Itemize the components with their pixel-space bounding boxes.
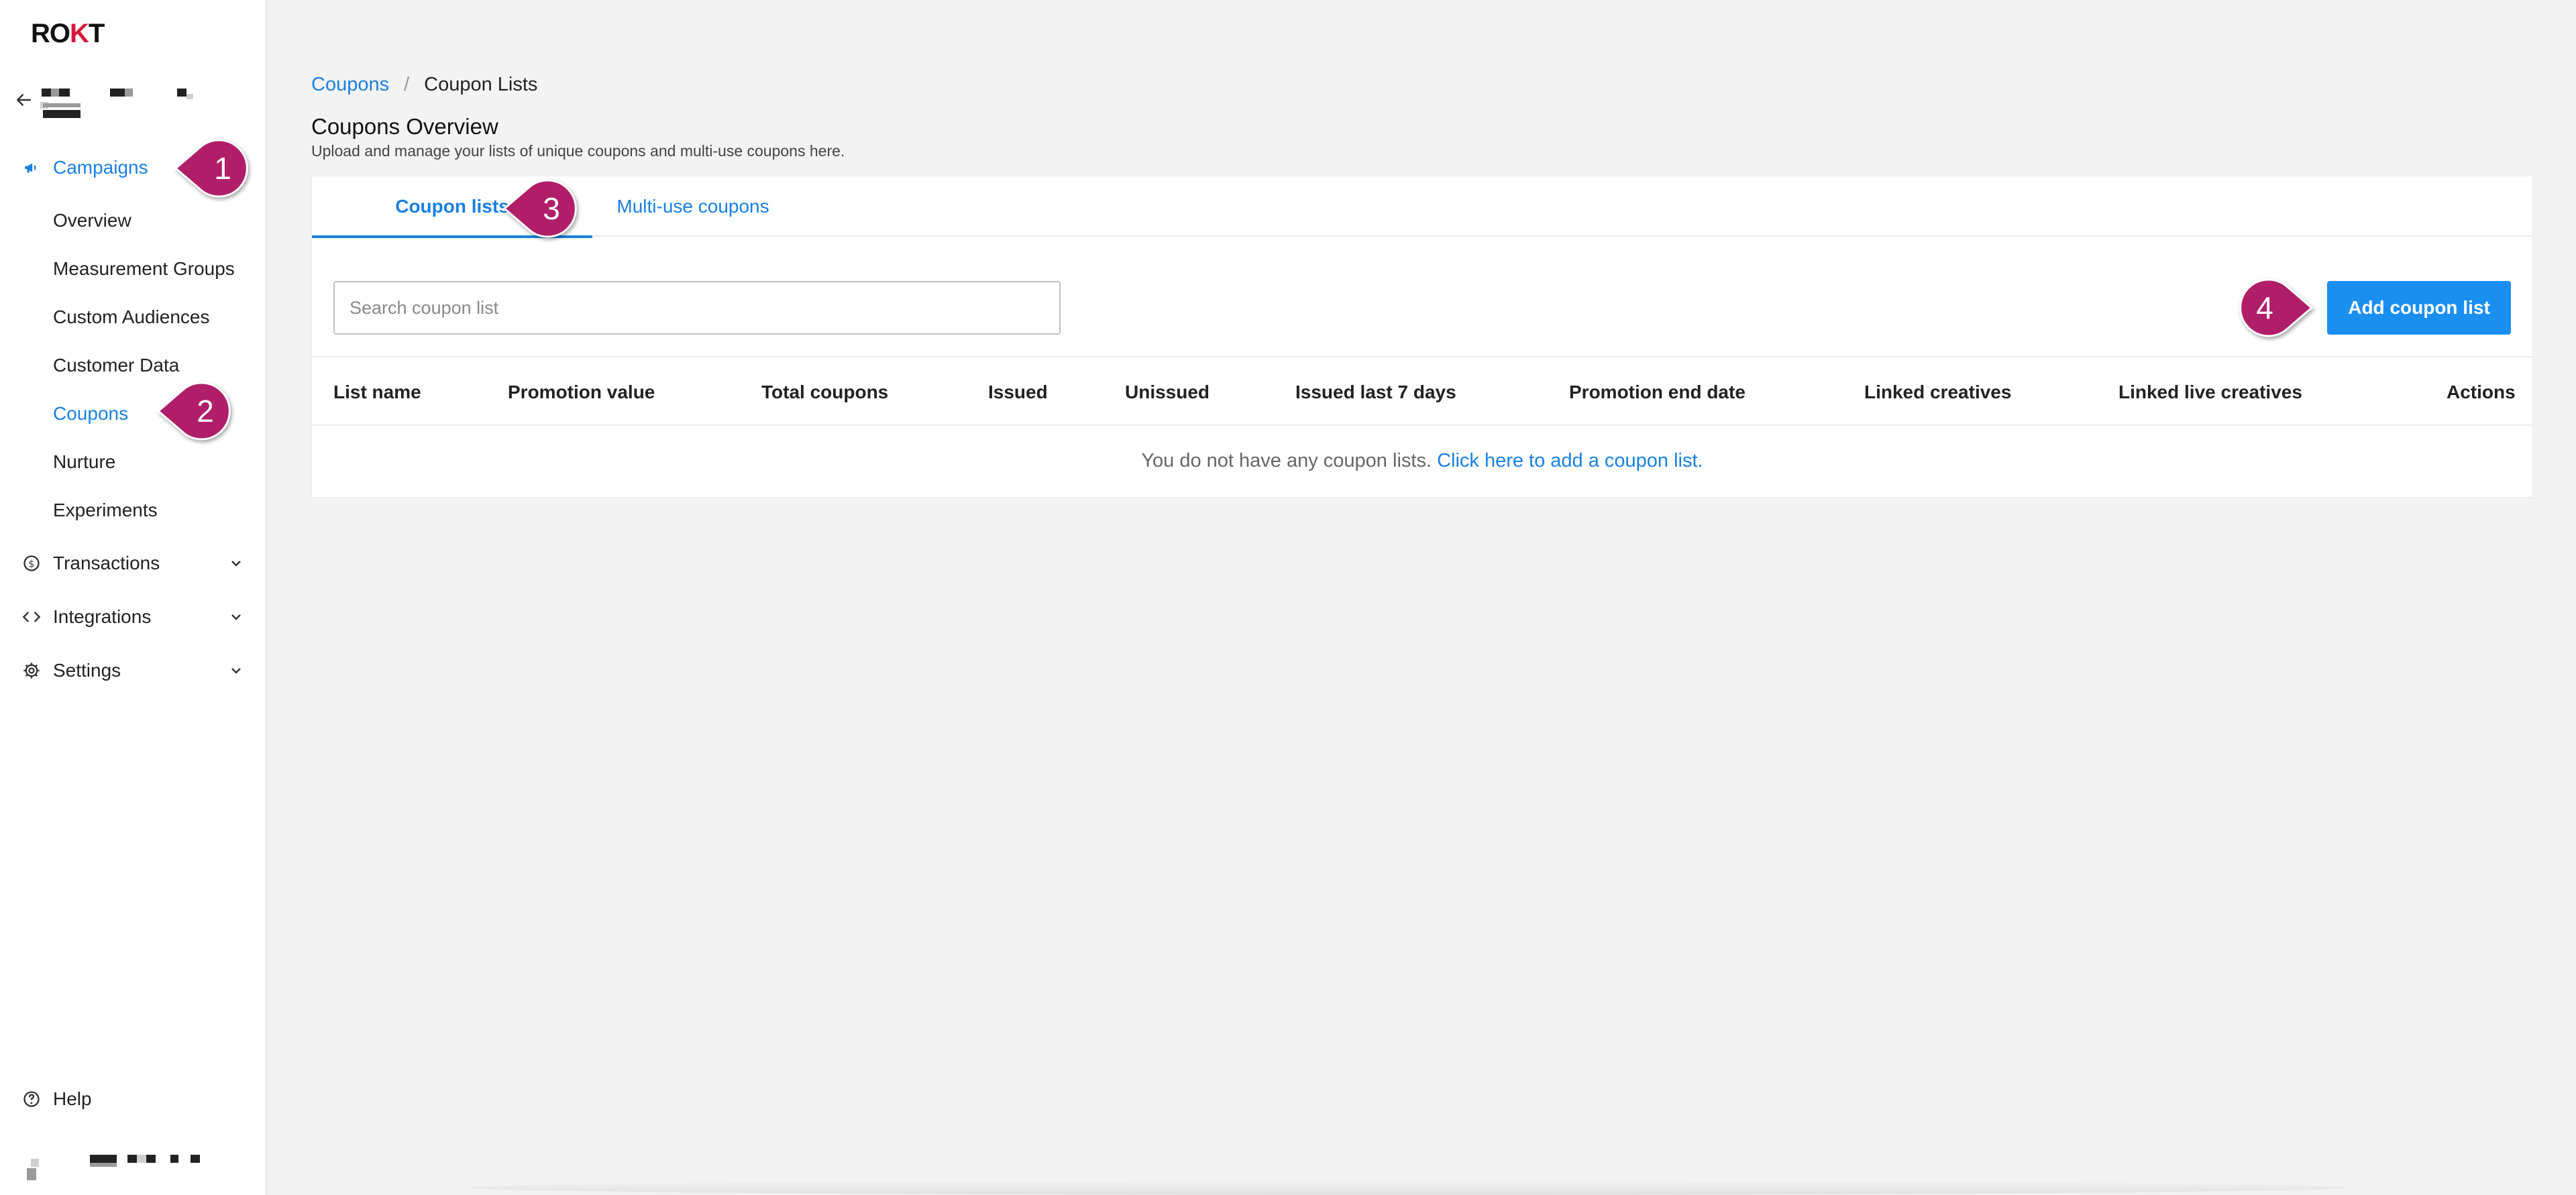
logo-text-post: T [88, 19, 105, 48]
logo-text-k: K [70, 19, 89, 48]
help-icon [21, 1089, 42, 1109]
empty-state-text: You do not have any coupon lists. [1141, 450, 1432, 471]
column-header-list-name[interactable]: List name [333, 357, 421, 427]
column-header-total-coupons[interactable]: Total coupons [761, 357, 888, 427]
breadcrumb-separator: / [404, 74, 410, 95]
redacted-user-info[interactable] [27, 1148, 215, 1182]
dollar-circle-icon: $ [21, 553, 42, 573]
main-content: Coupons / Coupon Lists Coupons Overview Up… [267, 0, 2576, 1195]
nav-transactions-label: Transactions [53, 553, 160, 573]
sidebar-item-measurement-groups[interactable]: Measurement Groups [53, 252, 235, 286]
column-header-promotion-value[interactable]: Promotion value [508, 357, 655, 427]
coupons-card: Coupon lists Multi-use coupons Add coupo… [311, 176, 2533, 498]
callout-number: 3 [543, 191, 560, 226]
nav-campaigns-label: Campaigns [53, 157, 148, 178]
sidebar-item-coupons[interactable]: Coupons [53, 397, 128, 431]
table-header: List name Promotion value Total coupons … [312, 356, 2532, 426]
nav-transactions[interactable]: $ Transactions [0, 542, 267, 585]
tab-multi-use-coupons[interactable]: Multi-use coupons [592, 176, 794, 237]
page-title: Coupons Overview [311, 114, 498, 139]
chevron-down-icon[interactable] [228, 663, 244, 679]
nav-integrations[interactable]: Integrations [0, 595, 267, 638]
callout-badge-3: 3 [502, 178, 578, 239]
account-switcher[interactable] [13, 80, 241, 127]
breadcrumb-current: Coupon Lists [424, 74, 538, 95]
sidebar-item-customer-data[interactable]: Customer Data [53, 349, 179, 382]
column-header-actions: Actions [2447, 382, 2516, 402]
add-coupon-list-button[interactable]: Add coupon list [2327, 281, 2511, 335]
column-header-issued[interactable]: Issued [988, 357, 1048, 427]
sidebar-item-nurture[interactable]: Nurture [53, 445, 115, 479]
column-header-promotion-end-date[interactable]: Promotion end date [1569, 357, 1746, 427]
breadcrumb: Coupons / Coupon Lists [311, 74, 537, 96]
sidebar-item-experiments[interactable]: Experiments [53, 494, 158, 527]
column-header-unissued[interactable]: Unissued [1125, 357, 1210, 427]
tab-bar: Coupon lists Multi-use coupons [312, 176, 2532, 238]
callout-number: 2 [197, 394, 214, 429]
sidebar-item-custom-audiences[interactable]: Custom Audiences [53, 300, 209, 334]
chevron-down-icon[interactable] [228, 609, 244, 625]
bottom-shadow [468, 1180, 2347, 1195]
search-input[interactable] [333, 281, 1061, 335]
nav-settings[interactable]: Settings [0, 649, 267, 692]
nav-settings-label: Settings [53, 660, 121, 681]
gear-icon [21, 661, 42, 681]
callout-badge-1: 1 [174, 138, 250, 198]
code-icon [21, 607, 42, 627]
add-coupon-list-link[interactable]: Click here to add a coupon list. [1437, 450, 1703, 471]
megaphone-icon [21, 158, 42, 178]
nav-help[interactable]: Help [0, 1078, 267, 1121]
column-header-issued-last-7-days[interactable]: Issued last 7 days [1295, 357, 1456, 427]
column-header-linked-live-creatives[interactable]: Linked live creatives [2118, 357, 2302, 427]
column-header-linked-creatives[interactable]: Linked creatives [1864, 357, 2011, 427]
table-empty-state: You do not have any coupon lists. Click … [312, 426, 2532, 496]
page-subtitle: Upload and manage your lists of unique c… [311, 142, 845, 160]
callout-badge-4: 4 [2238, 278, 2314, 338]
chevron-down-icon[interactable] [228, 555, 244, 571]
callout-number: 1 [214, 151, 231, 186]
callout-badge-2: 2 [156, 381, 232, 441]
logo-text-pre: RO [31, 19, 70, 48]
callout-number: 4 [2256, 290, 2273, 325]
back-arrow-icon[interactable] [13, 90, 34, 110]
svg-text:$: $ [29, 559, 35, 569]
sidebar-item-overview[interactable]: Overview [53, 204, 131, 237]
rokt-logo[interactable]: ROKT [31, 19, 105, 49]
breadcrumb-coupons-link[interactable]: Coupons [311, 74, 389, 95]
nav-integrations-label: Integrations [53, 606, 152, 627]
nav-help-label: Help [53, 1088, 92, 1109]
